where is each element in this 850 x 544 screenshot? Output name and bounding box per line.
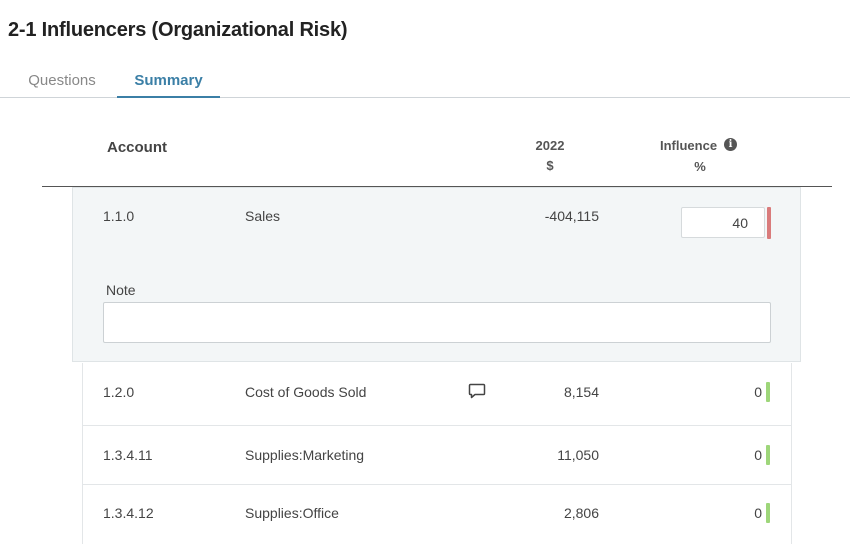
amount: 2,806 [563, 505, 599, 521]
account-name: Supplies:Marketing [245, 447, 365, 463]
column-header-currency: $ [546, 158, 554, 173]
page-title: 2-1 Influencers (Organizational Risk) [8, 19, 348, 41]
note-label: Note [106, 282, 136, 298]
account-name: Supplies:Office [245, 505, 339, 521]
influence-input[interactable] [681, 207, 765, 238]
tab-questions[interactable]: Questions [12, 64, 112, 96]
account-number: 1.2.0 [103, 384, 135, 400]
account-number: 1.1.0 [103, 208, 135, 224]
risk-indicator [767, 207, 771, 239]
account-number: 1.3.4.12 [103, 505, 154, 521]
account-name: Sales [245, 208, 281, 224]
note-field[interactable] [103, 302, 771, 343]
column-header-account[interactable]: Account [107, 139, 167, 156]
influence-value[interactable]: 0 [730, 384, 762, 400]
amount: 11,050 [557, 447, 599, 463]
risk-indicator [766, 445, 770, 465]
column-header-year: 2022 [535, 138, 565, 153]
amount: -404,115 [544, 208, 599, 224]
tab-summary[interactable]: Summary [117, 64, 220, 98]
table-row[interactable] [82, 363, 792, 426]
amount: 8,154 [563, 384, 599, 400]
influence-value[interactable]: 0 [730, 447, 762, 463]
comment-icon[interactable] [468, 383, 486, 399]
tab-bar: Questions Summary [0, 64, 850, 98]
column-header-influence: Influence [660, 138, 718, 153]
info-icon[interactable]: i [724, 138, 737, 151]
column-header-influence-unit: % [694, 159, 706, 174]
risk-indicator [766, 382, 770, 402]
influence-value[interactable]: 0 [730, 505, 762, 521]
risk-indicator [766, 503, 770, 523]
table-row[interactable] [82, 426, 792, 485]
account-number: 1.3.4.11 [103, 447, 153, 463]
table-row[interactable] [82, 485, 792, 544]
account-name: Cost of Goods Sold [245, 384, 367, 400]
